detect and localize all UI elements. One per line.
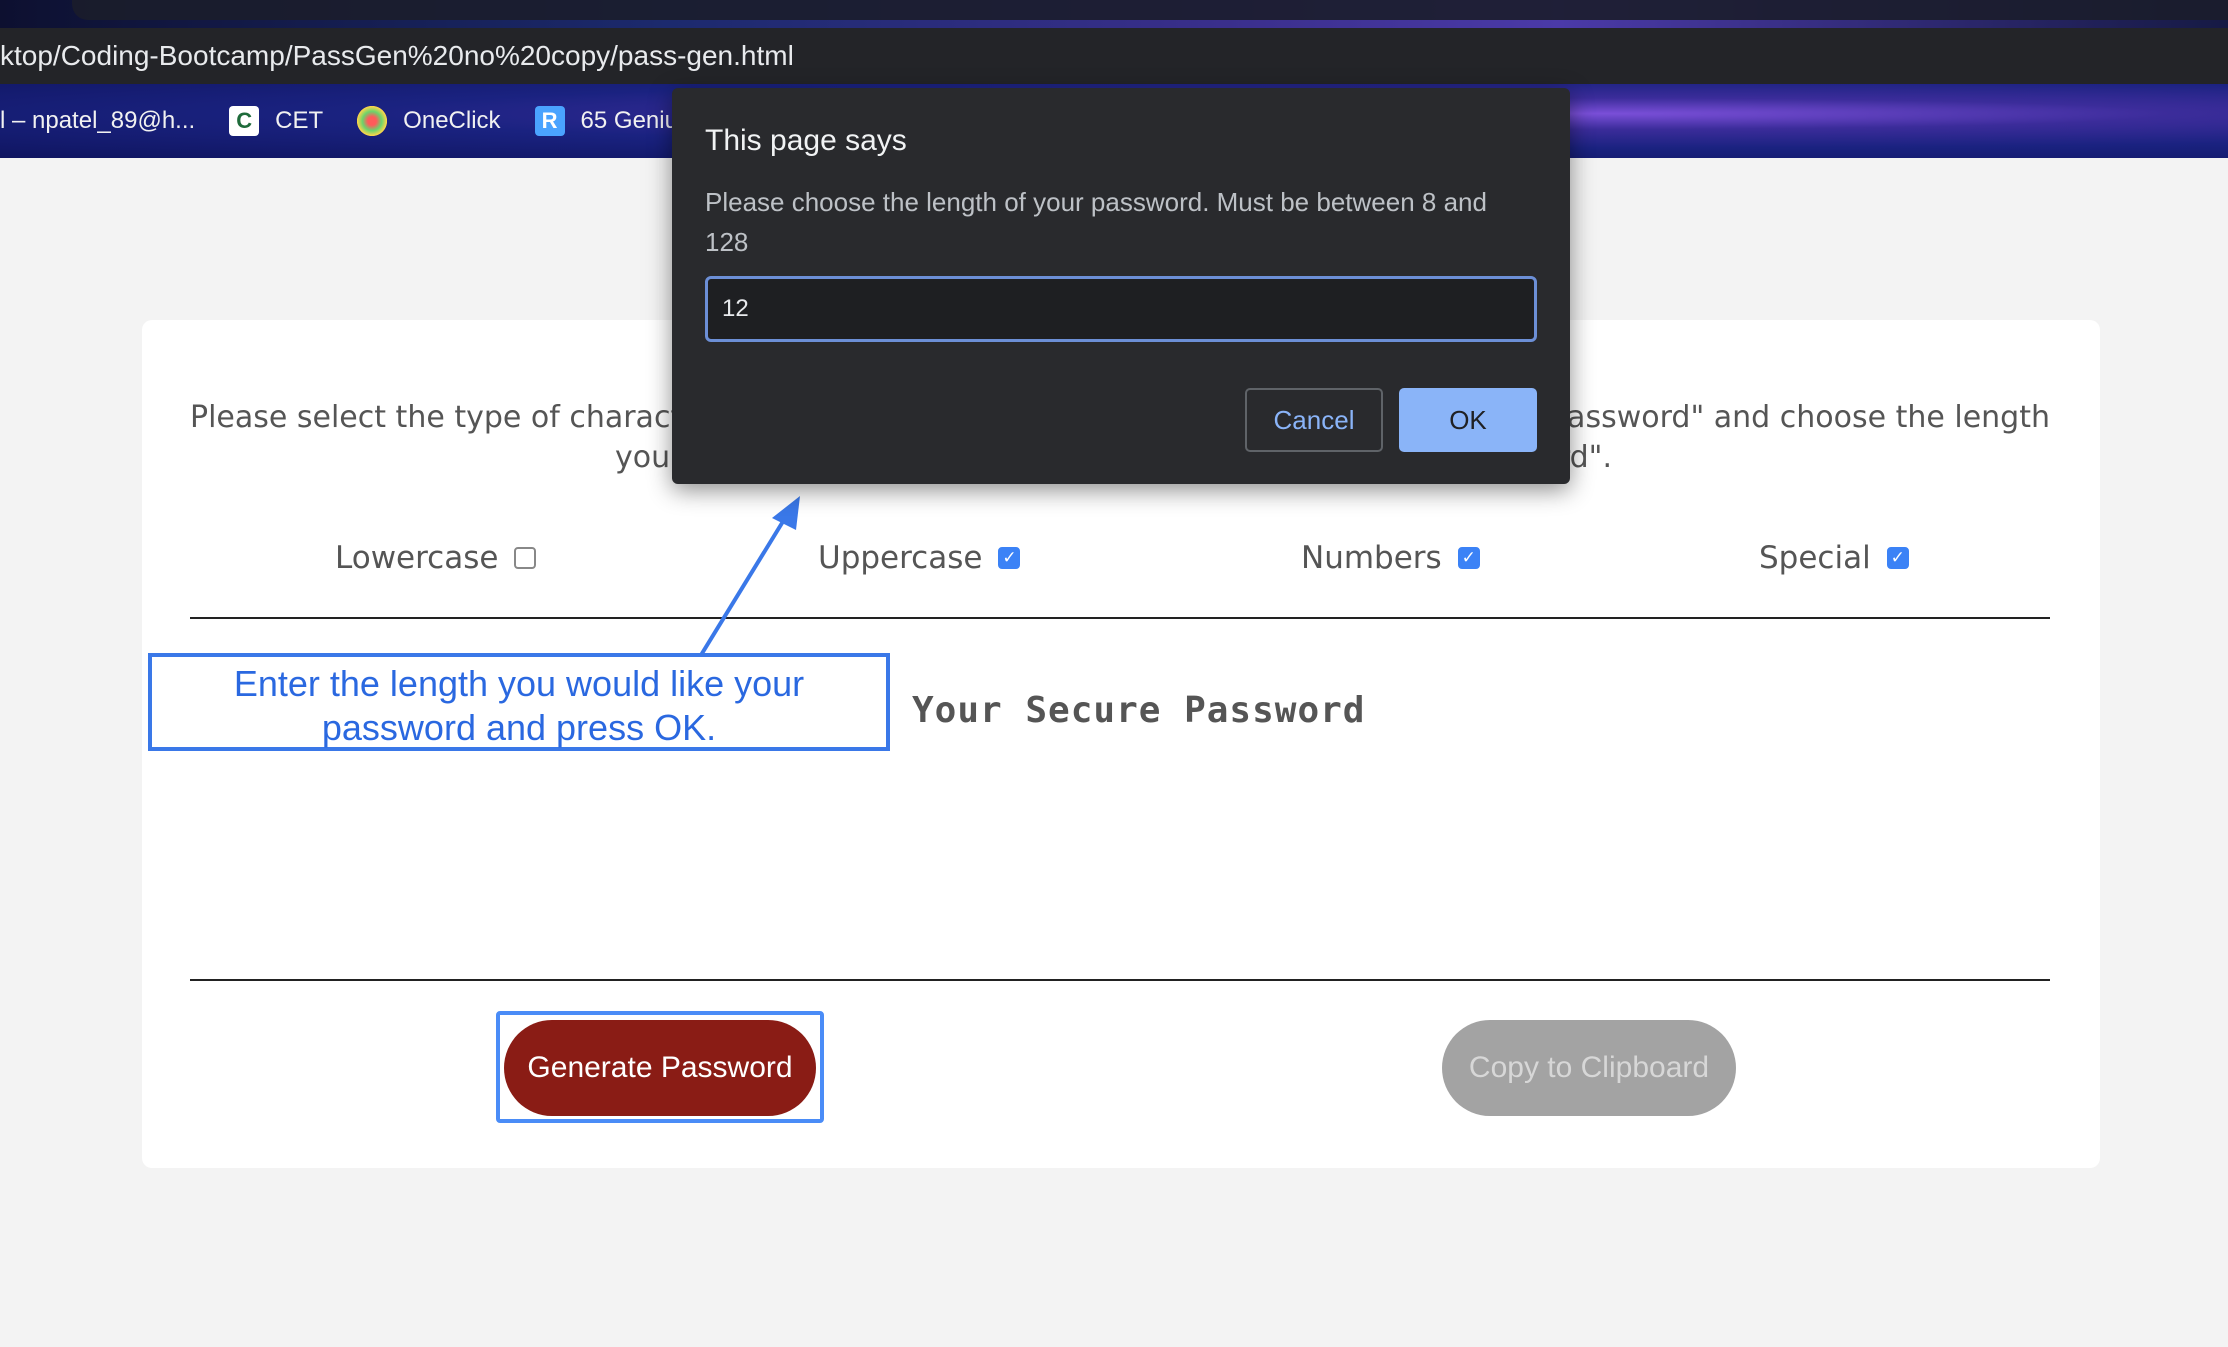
password-length-input[interactable]: [705, 276, 1537, 342]
instructions-line2-left: you: [615, 440, 671, 475]
criteria-lowercase[interactable]: Lowercase: [335, 540, 537, 576]
address-bar-url: ktop/Coding-Bootcamp/PassGen%20no%20copy…: [0, 40, 794, 71]
instructions-right: password" and choose the length: [1548, 400, 2050, 435]
criteria-label: Numbers: [1301, 540, 1442, 576]
address-bar[interactable]: ktop/Coding-Bootcamp/PassGen%20no%20copy…: [0, 28, 2228, 84]
criteria-label: Lowercase: [335, 540, 499, 576]
bookmark-mail[interactable]: l – npatel_89@h...: [0, 84, 229, 158]
criteria-label: Special: [1759, 540, 1871, 576]
cancel-button[interactable]: Cancel: [1245, 388, 1383, 452]
criteria-row: Lowercase Uppercase ✓ Numbers ✓ Special …: [190, 540, 2050, 588]
oneclick-icon: [357, 106, 388, 136]
bookmark-label: CET: [275, 107, 324, 134]
special-checkbox[interactable]: ✓: [1886, 547, 1909, 569]
ok-button[interactable]: OK: [1399, 388, 1537, 452]
criteria-uppercase[interactable]: Uppercase ✓: [818, 540, 1021, 576]
numbers-checkbox[interactable]: ✓: [1457, 547, 1480, 569]
cet-icon: C: [229, 106, 260, 136]
criteria-special[interactable]: Special ✓: [1759, 540, 1909, 576]
lowercase-checkbox[interactable]: [514, 547, 537, 569]
browser-tab[interactable]: [72, 0, 2228, 20]
bookmark-label: l – npatel_89@h...: [0, 107, 196, 134]
criteria-numbers[interactable]: Numbers ✓: [1301, 540, 1480, 576]
divider-top: [190, 617, 2050, 619]
annotation-line2: password and press OK.: [321, 707, 717, 748]
instructions-left: Please select the type of charact: [190, 400, 683, 435]
copy-to-clipboard-button[interactable]: Copy to Clipboard: [1442, 1020, 1736, 1116]
uppercase-checkbox[interactable]: ✓: [998, 547, 1021, 569]
criteria-label: Uppercase: [818, 540, 983, 576]
generate-password-button[interactable]: Generate Password: [504, 1020, 816, 1116]
prompt-dialog: This page says Please choose the length …: [672, 88, 1570, 484]
dialog-message: Please choose the length of your passwor…: [705, 187, 1487, 257]
bookmark-label: 65 Geniu: [580, 107, 678, 134]
annotation-callout: Enter the length you would like your pas…: [148, 653, 890, 751]
bookmark-label: OneClick: [403, 107, 501, 134]
bookmark-oneclick[interactable]: OneClick: [357, 84, 534, 158]
password-title: Your Secure Password: [912, 690, 1366, 731]
bookmark-cet[interactable]: C CET: [229, 84, 357, 158]
annotation-line1: Enter the length you would like your: [233, 663, 805, 704]
dialog-title: This page says: [705, 124, 907, 157]
genius-icon: R: [534, 106, 565, 136]
divider-bottom: [190, 979, 2050, 981]
browser-tab-strip: [0, 0, 2228, 28]
